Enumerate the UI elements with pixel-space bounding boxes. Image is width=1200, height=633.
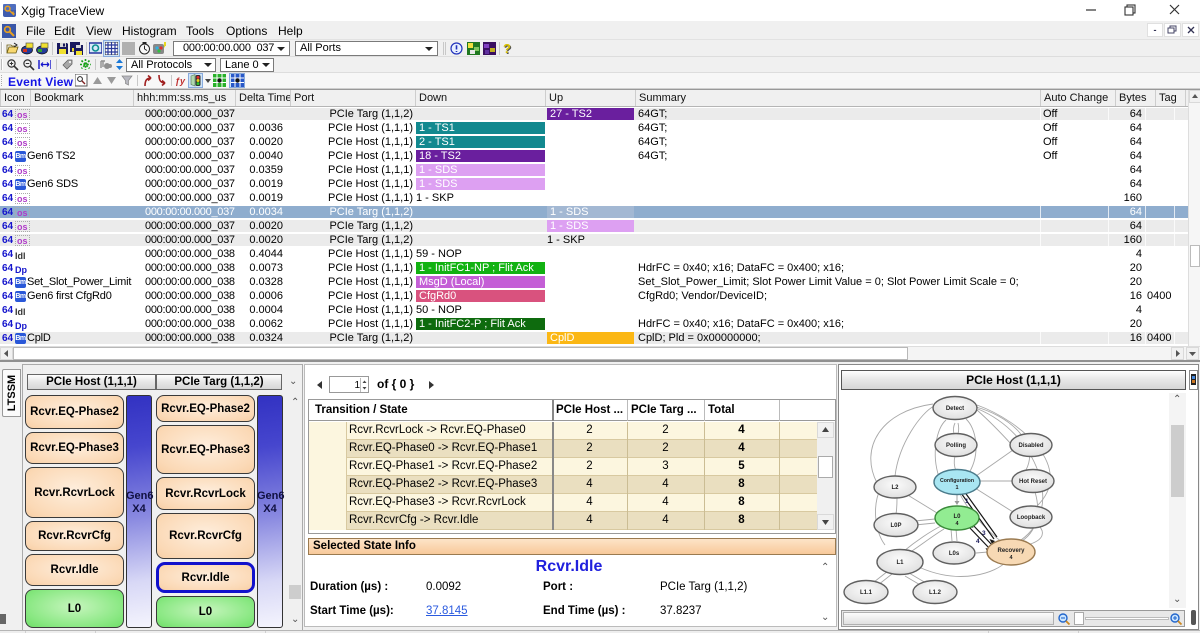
svg-text:L2: L2 bbox=[891, 485, 899, 491]
svg-text:Polling: Polling bbox=[946, 443, 966, 449]
svg-text:3: 3 bbox=[982, 530, 986, 537]
svg-text:Disabled: Disabled bbox=[1018, 443, 1043, 449]
svg-text:Detect: Detect bbox=[946, 406, 964, 412]
svg-text:L1.2: L1.2 bbox=[929, 590, 942, 596]
svg-text:1: 1 bbox=[965, 498, 969, 505]
svg-text:Configuration: Configuration bbox=[940, 478, 974, 484]
svg-text:L1: L1 bbox=[896, 560, 904, 566]
svg-text:L1.1: L1.1 bbox=[860, 590, 873, 596]
svg-text:Loopback: Loopback bbox=[1017, 515, 1046, 521]
svg-text:L0: L0 bbox=[953, 514, 961, 520]
svg-text:L0P: L0P bbox=[890, 523, 901, 529]
svg-text:1: 1 bbox=[955, 485, 958, 491]
svg-text:4: 4 bbox=[976, 538, 980, 545]
svg-text:L0s: L0s bbox=[949, 551, 960, 557]
svg-text:Hot Reset: Hot Reset bbox=[1019, 479, 1047, 485]
svg-text:Recovery: Recovery bbox=[997, 548, 1025, 554]
